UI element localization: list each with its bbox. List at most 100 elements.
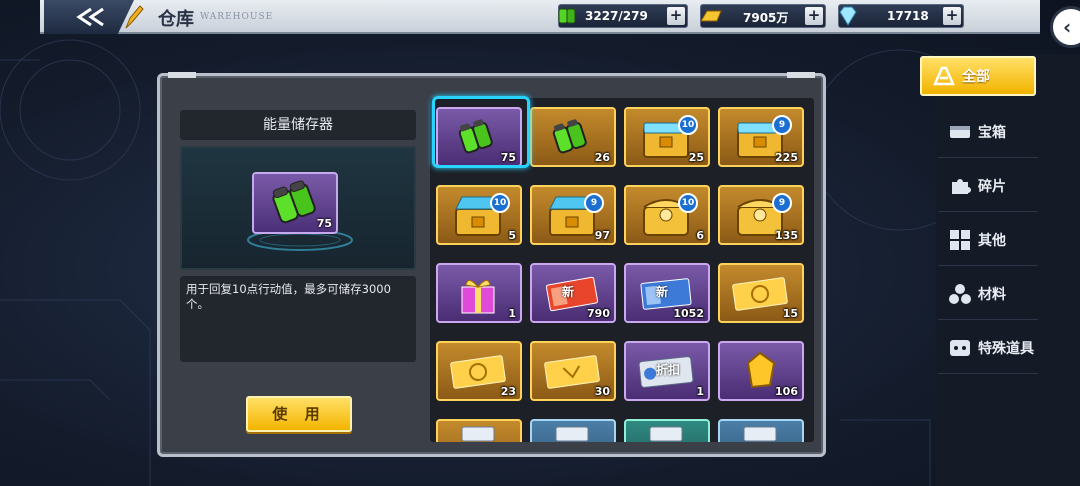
item-quantity: 15 <box>782 307 798 320</box>
energy-battery-icon <box>558 8 576 24</box>
preview-item-card: 75 <box>252 172 338 234</box>
inventory-slot[interactable]: 15 <box>718 263 804 323</box>
preview-quantity: 75 <box>316 217 332 230</box>
gift-icon <box>461 280 495 314</box>
item-preview: 75 <box>180 146 416 270</box>
item-quantity: 1 <box>508 307 516 320</box>
inventory-grid: 75 26 10 25 9 225 10 5 9 97 10 6 9 135 1 新 790 新 1052 15 23 3… <box>430 98 814 442</box>
gold-resource: 7905万 + <box>700 4 826 28</box>
inventory-slot[interactable]: 1 <box>436 263 522 323</box>
item-quantity: 6 <box>696 229 704 242</box>
sidebar-item-label: 宝箱 <box>978 124 1006 141</box>
item-quantity: 1 <box>696 385 704 398</box>
chest-icon <box>948 120 972 144</box>
inventory-slot[interactable]: 26 <box>530 107 616 167</box>
use-button[interactable]: 使 用 <box>246 396 352 432</box>
sidebar-item-label: 特殊道具 <box>978 340 1034 357</box>
material-icon <box>948 282 972 306</box>
inventory-slot[interactable]: 新 790 <box>530 263 616 323</box>
item-name: 能量储存器 <box>180 110 416 140</box>
collapse-button[interactable]: ‹ <box>1050 6 1080 48</box>
item-quantity: 1052 <box>673 307 704 320</box>
sidebar-item-label: 碎片 <box>978 178 1006 195</box>
level-badge: 9 <box>772 193 792 213</box>
ticket-gold-icon <box>450 355 506 389</box>
level-badge: 10 <box>678 193 698 213</box>
energy-add-button[interactable]: + <box>667 7 685 25</box>
item-label: 新 <box>562 285 575 299</box>
partial-icon <box>461 426 495 442</box>
gold-bar-icon <box>700 10 722 22</box>
grid-icon <box>948 228 972 252</box>
item-label: 折扣 <box>656 363 681 377</box>
inventory-slot[interactable]: 23 <box>436 341 522 401</box>
gold-add-button[interactable]: + <box>805 7 823 25</box>
sidebar-item-grid[interactable]: 其他 <box>938 214 1038 266</box>
item-quantity: 97 <box>594 229 610 242</box>
back-arrow-icon <box>76 7 104 27</box>
diamond-resource: 17718 + <box>838 4 964 28</box>
diamond-value: 17718 <box>887 9 929 23</box>
ticket-gold-icon <box>732 277 788 311</box>
inventory-slot[interactable]: 10 25 <box>624 107 710 167</box>
special-icon <box>948 336 972 360</box>
item-quantity: 106 <box>775 385 798 398</box>
inventory-slot[interactable]: 75 <box>436 107 522 167</box>
puzzle-icon <box>948 174 972 198</box>
level-badge: 9 <box>584 193 604 213</box>
all-icon <box>932 64 956 88</box>
item-quantity: 5 <box>508 229 516 242</box>
page-title: 仓库 <box>158 9 194 30</box>
inventory-slot[interactable]: 10 5 <box>436 185 522 245</box>
energy-value: 3227/279 <box>585 9 648 23</box>
gold-value: 7905万 <box>743 11 789 25</box>
inventory-slot[interactable] <box>436 419 522 442</box>
ticket-gold-2-icon <box>544 355 600 389</box>
inventory-slot[interactable]: 106 <box>718 341 804 401</box>
sidebar-item-material[interactable]: 材料 <box>938 268 1038 320</box>
item-quantity: 790 <box>587 307 610 320</box>
panel-decoration <box>787 72 815 78</box>
page-subtitle: WAREHOUSE <box>200 12 274 22</box>
diamond-icon <box>839 6 857 26</box>
item-quantity: 75 <box>500 151 516 164</box>
energy-resource: 3227/279 + <box>558 4 688 28</box>
partial-icon <box>555 426 589 442</box>
item-quantity: 23 <box>500 385 516 398</box>
inventory-slot[interactable]: 9 135 <box>718 185 804 245</box>
item-description: 用于回复10点行动值，最多可储存3000个。 <box>180 276 416 362</box>
sidebar-item-label: 全部 <box>962 69 990 85</box>
inventory-slot[interactable] <box>530 419 616 442</box>
warehouse-panel: 能量储存器 75 用于回复10点行动值，最多可储存3000个。 使 用 75 2… <box>157 72 826 457</box>
inventory-slot[interactable] <box>718 419 804 442</box>
pen-icon <box>125 5 144 29</box>
inventory-slot[interactable]: 折扣 1 <box>624 341 710 401</box>
item-quantity: 26 <box>594 151 610 164</box>
sidebar-item-puzzle[interactable]: 碎片 <box>938 160 1038 212</box>
level-badge: 10 <box>490 193 510 213</box>
partial-icon <box>743 426 777 442</box>
partial-icon <box>649 426 683 442</box>
item-quantity: 135 <box>775 229 798 242</box>
battery-icon <box>552 119 587 154</box>
sidebar-item-chest[interactable]: 宝箱 <box>938 106 1038 158</box>
level-badge: 10 <box>678 115 698 135</box>
item-quantity: 25 <box>688 151 704 164</box>
item-quantity: 225 <box>775 151 798 164</box>
sidebar-item-label: 其他 <box>978 232 1006 249</box>
diamond-add-button[interactable]: + <box>943 7 961 25</box>
category-sidebar: 全部宝箱碎片其他材料特殊道具 <box>920 54 1080 486</box>
inventory-slot[interactable] <box>624 419 710 442</box>
inventory-slot[interactable]: 10 6 <box>624 185 710 245</box>
inventory-slot[interactable]: 新 1052 <box>624 263 710 323</box>
sidebar-item-all[interactable]: 全部 <box>920 56 1036 96</box>
chevron-left-icon: ‹ <box>1063 15 1072 39</box>
battery-icon <box>458 119 493 154</box>
inventory-slot[interactable]: 9 97 <box>530 185 616 245</box>
item-detail: 能量储存器 75 用于回复10点行动值，最多可储存3000个。 使 用 <box>178 108 418 448</box>
item-quantity: 30 <box>594 385 610 398</box>
inventory-slot[interactable]: 30 <box>530 341 616 401</box>
inventory-slot[interactable]: 9 225 <box>718 107 804 167</box>
level-badge: 9 <box>772 115 792 135</box>
sidebar-item-special[interactable]: 特殊道具 <box>938 322 1038 374</box>
